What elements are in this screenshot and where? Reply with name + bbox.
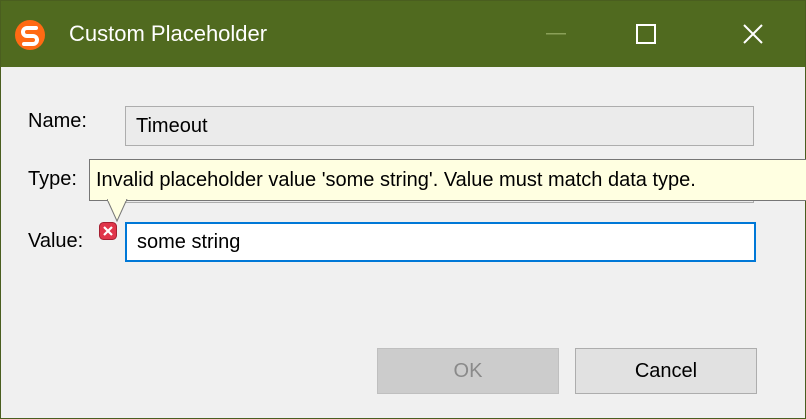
close-icon: [743, 24, 763, 44]
window-title: Custom Placeholder: [69, 21, 268, 46]
maximize-icon: [636, 24, 656, 44]
name-label: Name:: [28, 110, 87, 132]
minimize-button[interactable]: [511, 1, 601, 67]
value-input[interactable]: [125, 222, 756, 262]
name-field[interactable]: Timeout: [125, 106, 754, 146]
tooltip-pointer: [106, 198, 129, 228]
cancel-button[interactable]: Cancel: [575, 348, 757, 394]
close-button[interactable]: [701, 1, 805, 67]
maximize-button[interactable]: [601, 1, 691, 67]
dialog-window: Custom Placeholder Name: Timeout Type: V…: [0, 0, 806, 419]
type-label: Type:: [28, 168, 77, 190]
title-bar[interactable]: Custom Placeholder: [1, 1, 805, 67]
validation-tooltip: Invalid placeholder value 'some string'.…: [89, 159, 806, 201]
app-logo-icon: [14, 19, 46, 51]
ok-button[interactable]: OK: [377, 348, 559, 394]
value-label: Value:: [28, 230, 84, 252]
minimize-icon: [546, 32, 566, 36]
